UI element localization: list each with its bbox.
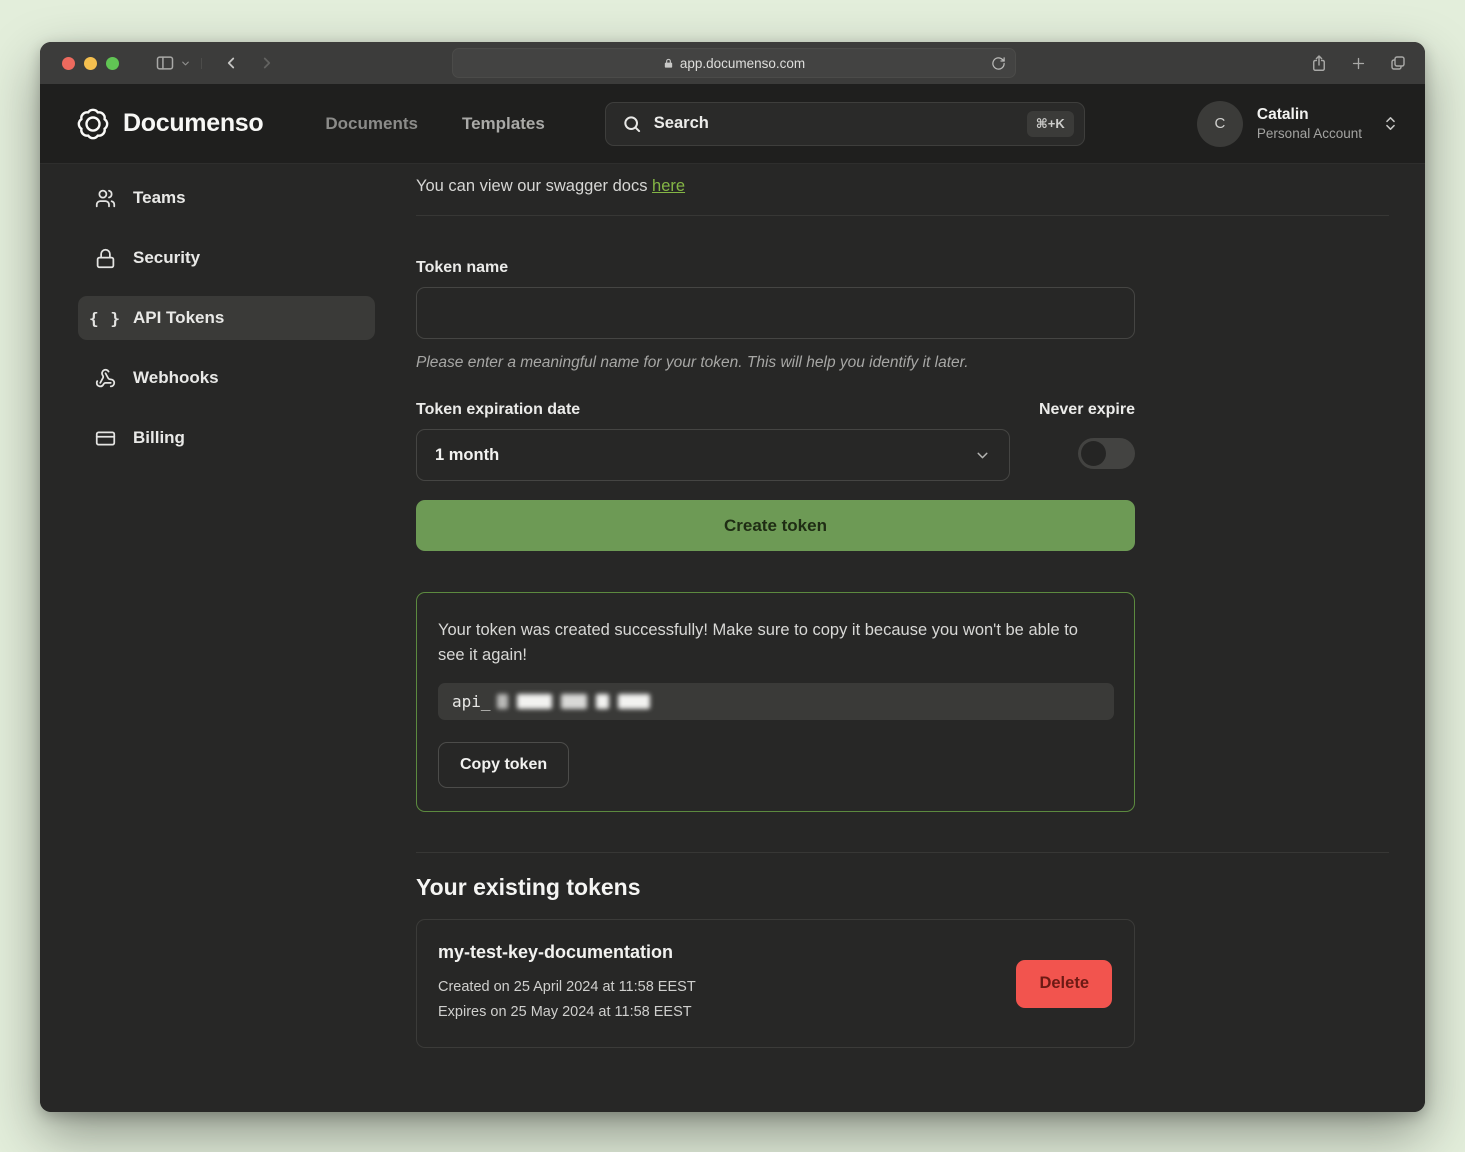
account-type: Personal Account: [1257, 125, 1362, 142]
url-text: app.documenso.com: [680, 56, 805, 71]
credit-card-icon: [94, 428, 116, 449]
never-expire-toggle-wrap: [1078, 429, 1135, 469]
search-input[interactable]: Search ⌘+K: [605, 102, 1085, 146]
divider: [416, 852, 1389, 853]
page-content: Teams Security { } API Tokens Webhooks: [40, 164, 1425, 1112]
account-name: Catalin: [1257, 105, 1362, 125]
address-bar[interactable]: app.documenso.com: [452, 48, 1016, 78]
expiration-labels-row: Token expiration date Never expire: [416, 401, 1135, 419]
sidebar-item-billing[interactable]: Billing: [78, 416, 375, 460]
app-header: Documenso Documents Templates Search ⌘+K…: [40, 84, 1425, 164]
reload-icon[interactable]: [991, 56, 1006, 71]
lock-icon: [663, 57, 674, 70]
share-icon[interactable]: [1310, 54, 1328, 73]
sidebar-item-webhooks[interactable]: Webhooks: [78, 356, 375, 400]
sidebar-toggle-icon[interactable]: [155, 53, 175, 73]
token-prefix: api_: [452, 692, 491, 711]
account-menu[interactable]: C Catalin Personal Account: [1197, 101, 1399, 147]
divider: [416, 215, 1389, 216]
browser-titlebar: app.documenso.com: [40, 42, 1425, 84]
token-card-info: my-test-key-documentation Created on 25 …: [438, 942, 1016, 1025]
search-placeholder: Search: [654, 114, 1027, 133]
expiration-selected-value: 1 month: [435, 446, 974, 465]
sidebar-item-security[interactable]: Security: [78, 236, 375, 280]
never-expire-toggle[interactable]: [1078, 438, 1135, 469]
api-tokens-panel: You can view our swagger docs here Token…: [416, 164, 1425, 1112]
tab-group-chevron-icon[interactable]: [180, 58, 202, 69]
webhook-icon: [94, 368, 116, 389]
token-name-help: Please enter a meaningful name for your …: [416, 354, 1389, 372]
forward-button[interactable]: [258, 54, 276, 72]
traffic-lights: [62, 57, 119, 70]
nav-documents[interactable]: Documents: [325, 114, 418, 134]
nav-templates[interactable]: Templates: [462, 114, 545, 134]
token-created-date: Created on 25 April 2024 at 11:58 EEST: [438, 975, 1016, 1000]
avatar: C: [1197, 101, 1243, 147]
redacted-token-value: [497, 694, 650, 709]
search-shortcut-badge: ⌘+K: [1027, 111, 1074, 137]
sidebar-item-api-tokens[interactable]: { } API Tokens: [78, 296, 375, 340]
token-dates: Created on 25 April 2024 at 11:58 EEST E…: [438, 975, 1016, 1025]
existing-tokens-heading: Your existing tokens: [416, 874, 1389, 901]
delete-token-button[interactable]: Delete: [1016, 960, 1112, 1008]
expiration-controls-row: 1 month: [416, 429, 1135, 481]
braces-icon: { }: [94, 309, 116, 328]
account-text: Catalin Personal Account: [1257, 105, 1362, 142]
sidebar-item-label: Webhooks: [133, 368, 219, 388]
token-name-label: Token name: [416, 259, 1389, 277]
new-tab-icon[interactable]: [1350, 55, 1367, 72]
brand[interactable]: Documenso: [76, 107, 263, 141]
token-expires-date: Expires on 25 May 2024 at 11:58 EEST: [438, 1000, 1016, 1025]
token-name-input[interactable]: [416, 287, 1135, 339]
sidebar-item-label: API Tokens: [133, 308, 224, 328]
swagger-docs-link[interactable]: here: [652, 177, 685, 195]
settings-sidebar: Teams Security { } API Tokens Webhooks: [40, 164, 416, 1112]
zoom-window-button[interactable]: [106, 57, 119, 70]
avatar-initial: C: [1215, 115, 1226, 132]
chevrons-up-down-icon: [1382, 115, 1399, 132]
token-card: my-test-key-documentation Created on 25 …: [416, 919, 1135, 1048]
lock-icon: [94, 248, 116, 269]
sidebar-item-label: Billing: [133, 428, 185, 448]
search-icon: [622, 114, 642, 134]
token-value-field[interactable]: api_: [438, 683, 1114, 720]
back-button[interactable]: [222, 54, 240, 72]
close-window-button[interactable]: [62, 57, 75, 70]
main-nav: Documents Templates: [325, 114, 544, 134]
token-created-box: Your token was created successfully! Mak…: [416, 592, 1135, 812]
expiration-label: Token expiration date: [416, 401, 580, 419]
token-created-message: Your token was created successfully! Mak…: [438, 618, 1108, 668]
toggle-knob: [1081, 441, 1106, 466]
token-name: my-test-key-documentation: [438, 942, 1016, 963]
sidebar-item-teams[interactable]: Teams: [78, 176, 375, 220]
browser-window: app.documenso.com Documenso Docum: [40, 42, 1425, 1112]
chevron-down-icon: [974, 447, 991, 464]
titlebar-right-icons: [1310, 42, 1407, 84]
never-expire-label: Never expire: [1039, 401, 1135, 419]
brand-name: Documenso: [123, 109, 263, 138]
swagger-docs-text: You can view our swagger docs here: [416, 174, 1389, 198]
create-token-button[interactable]: Create token: [416, 500, 1135, 551]
users-icon: [94, 188, 116, 209]
tab-overview-icon[interactable]: [1389, 54, 1407, 72]
minimize-window-button[interactable]: [84, 57, 97, 70]
sidebar-item-label: Security: [133, 248, 200, 268]
copy-token-button[interactable]: Copy token: [438, 742, 569, 788]
expiration-select[interactable]: 1 month: [416, 429, 1010, 481]
documenso-logo-icon: [76, 107, 110, 141]
sidebar-item-label: Teams: [133, 188, 186, 208]
